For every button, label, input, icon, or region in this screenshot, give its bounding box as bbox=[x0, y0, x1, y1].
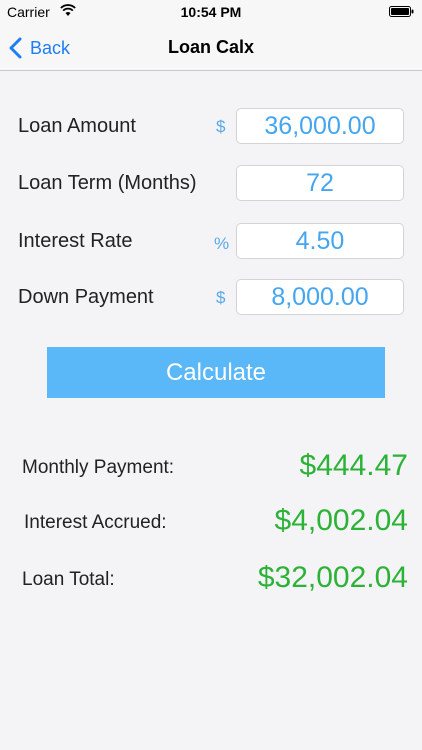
navigation-bar: Back Loan Calx bbox=[0, 26, 422, 71]
loan-total-label: Loan Total: bbox=[22, 569, 115, 590]
loan-amount-input[interactable]: 36,000.00 bbox=[236, 108, 404, 144]
monthly-payment-value: $444.47 bbox=[299, 449, 408, 482]
loan-calx-screen: Carrier 10:54 PM Back Loan Calx Loan Amo… bbox=[0, 0, 422, 750]
loan-term-input[interactable]: 72 bbox=[236, 165, 404, 201]
monthly-payment-label: Monthly Payment: bbox=[22, 457, 175, 478]
loan-total-value: $32,002.04 bbox=[257, 561, 408, 594]
interest-accrued-row: Interest Accrued: $4,002.04 bbox=[0, 502, 422, 542]
battery-icon bbox=[389, 6, 414, 17]
loan-amount-label: Loan Amount bbox=[18, 115, 136, 137]
percent-unit-label: % bbox=[214, 234, 230, 253]
loan-total-row: Loan Total: $32,002.04 bbox=[0, 559, 422, 599]
interest-rate-label: Interest Rate bbox=[18, 230, 133, 252]
calculate-button[interactable]: Calculate bbox=[47, 347, 385, 398]
loan-term-row: Loan Term (Months) 72 bbox=[0, 165, 422, 203]
interest-accrued-label: Interest Accrued: bbox=[24, 512, 167, 533]
monthly-payment-row: Monthly Payment: $444.47 bbox=[0, 447, 422, 487]
loan-term-label: Loan Term (Months) bbox=[18, 172, 197, 194]
down-payment-input[interactable]: 8,000.00 bbox=[236, 279, 404, 315]
dollar-unit-label: $ bbox=[216, 117, 226, 136]
page-title: Loan Calx bbox=[167, 37, 255, 57]
status-time: 10:54 PM bbox=[180, 4, 242, 20]
interest-rate-input[interactable]: 4.50 bbox=[236, 223, 404, 259]
down-payment-row: Down Payment $ 8,000.00 bbox=[0, 279, 422, 317]
status-bar: Carrier 10:54 PM bbox=[0, 0, 422, 26]
dollar-unit-label: $ bbox=[216, 288, 226, 307]
interest-rate-row: Interest Rate % 4.50 bbox=[0, 223, 422, 261]
interest-accrued-value: $4,002.04 bbox=[274, 504, 408, 537]
down-payment-label: Down Payment bbox=[18, 286, 154, 308]
loan-amount-row: Loan Amount $ 36,000.00 bbox=[0, 108, 422, 146]
